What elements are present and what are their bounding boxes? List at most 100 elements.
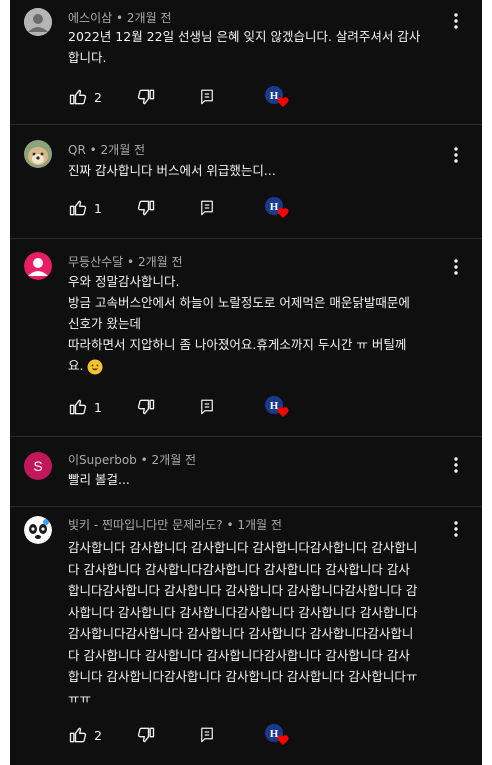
comment-line: 방금 고속버스안에서 하늘이 노랄정도로 어제먹은 매운닭발때문에 [68, 295, 410, 310]
comment-text: 우와 정말감사합니다. 방금 고속버스안에서 하늘이 노랄정도로 어제먹은 매운… [68, 271, 460, 376]
comment-actions: 1 H [68, 197, 289, 219]
dog-photo-avatar [24, 140, 52, 168]
comment-time[interactable]: 2개월 전 [101, 143, 146, 157]
creator-heart-badge: H [264, 396, 290, 418]
svg-text:H: H [270, 201, 279, 213]
comment-line: 합니다. [68, 50, 107, 65]
comment-header: 이Superbob • 2개월 전 [68, 451, 196, 468]
svg-text:H: H [270, 728, 279, 740]
creator-heart-icon: H [265, 724, 289, 745]
person-icon [24, 252, 52, 280]
grinning-emoji-icon [87, 359, 103, 374]
reply-button[interactable] [198, 197, 216, 219]
like-button[interactable]: 1 [68, 396, 102, 418]
comment-line: 다 감사합니다 감사합니다감사합니다 감사합니다 감사합니다 감사 [68, 561, 410, 577]
thumbs-down-icon [137, 399, 155, 415]
comment-text: 빨리 볼걸... [68, 469, 460, 490]
comment-line: 2022년 12월 22일 선생님 은혜 잊지 않겠습니다. 살려주셔서 감사 [68, 29, 421, 44]
reply-button[interactable] [198, 396, 216, 418]
dot-separator: • [89, 143, 101, 157]
comment-header: 에스이삼 • 2개월 전 [68, 9, 171, 26]
comment-text: 감사합니다 감사합니다 감사합니다 감사합니다감사합니다 감사합니 다 감사합니… [68, 537, 460, 709]
reply-icon [201, 727, 213, 743]
comment-line-last: 요. [68, 355, 460, 376]
creator-heart-badge: H [264, 724, 290, 746]
thumbs-down-icon [137, 89, 155, 105]
thumbs-up-icon [69, 727, 87, 743]
like-count: 2 [94, 89, 102, 105]
comment-line: 감사합니다 감사합니다 감사합니다 감사합니다감사합니다 감사합니 [68, 540, 418, 555]
author-name[interactable]: QR [68, 143, 86, 157]
dislike-button[interactable] [136, 396, 156, 418]
creator-heart-badge: H [264, 197, 290, 219]
comment-text: 2022년 12월 22일 선생님 은혜 잊지 않겠습니다. 살려주셔서 감사 … [68, 26, 460, 68]
reply-button[interactable] [198, 724, 216, 746]
comment-line: 감사합니다감사합니다 감사합니다 감사합니다 감사합니다감사합니 [68, 626, 414, 641]
creator-heart-icon: H [265, 396, 289, 417]
comment-line: 신호가 왔는데 [68, 316, 141, 331]
thumbs-down-icon [137, 200, 155, 216]
like-count: 2 [94, 727, 102, 743]
avatar[interactable] [24, 252, 52, 280]
comment-time[interactable]: 2개월 전 [152, 453, 197, 467]
author-name[interactable]: 에스이삼 [68, 11, 112, 25]
avatar[interactable] [24, 140, 52, 168]
dot-separator: • [116, 11, 127, 25]
divider [10, 506, 482, 507]
like-button[interactable]: 2 [68, 86, 102, 108]
reply-icon [201, 89, 213, 105]
comment-line: 합니다감사합니다 감사합니다 감사합니다 감사합니다감사합니다 감 [68, 583, 418, 598]
divider [10, 124, 482, 125]
avatar[interactable] [24, 8, 52, 36]
comment-line: 합니다 감사합니다감사합니다 감사합니다 감사합니다 감사합니다ㅠ [68, 669, 418, 684]
dislike-button[interactable] [136, 724, 156, 746]
reply-icon [201, 399, 213, 415]
avatar[interactable] [24, 516, 52, 544]
svg-text:H: H [270, 90, 279, 102]
comment-time[interactable]: 1개월 전 [237, 518, 282, 532]
reply-button[interactable] [198, 86, 216, 108]
divider [10, 436, 482, 437]
comment-line: 따라하면서 지압하니 좀 나아졌어요.휴게소까지 두시간 ㅠ 버틸께 [68, 337, 407, 352]
thumbs-up-icon [69, 89, 87, 105]
author-name[interactable]: 빛키 - 찐따입니다만 문제라도? [68, 518, 223, 532]
comment-line: 우와 정말감사합니다. [68, 274, 180, 289]
like-button[interactable]: 2 [68, 724, 102, 746]
avatar-letter: S [33, 458, 43, 474]
person-icon [24, 8, 52, 36]
comments-panel: 에스이삼 • 2개월 전 2022년 12월 22일 선생님 은혜 잊지 않겠습… [10, 0, 482, 765]
creator-heart-badge: H [264, 86, 290, 108]
like-count: 1 [94, 200, 102, 216]
comment-line: 진짜 감사합니다 버스에서 위급했는디... [68, 163, 276, 178]
svg-text:H: H [270, 400, 279, 412]
comment-time[interactable]: 2개월 전 [138, 255, 183, 269]
comment-line: ㅠㅠ [68, 690, 92, 706]
comment-actions: 2 H [68, 724, 289, 746]
comment-header: 무등산수달 • 2개월 전 [68, 253, 183, 270]
avatar[interactable]: S [24, 452, 52, 480]
dislike-button[interactable] [136, 197, 156, 219]
comment-line: 요. [68, 358, 84, 373]
comment-time[interactable]: 2개월 전 [127, 11, 172, 25]
like-count: 1 [94, 399, 102, 415]
reply-icon [201, 200, 213, 216]
comment-header: QR • 2개월 전 [68, 141, 145, 158]
creator-heart-icon: H [265, 86, 289, 107]
panda-face-avatar [24, 516, 52, 544]
comment-line: 빨리 볼걸... [68, 472, 130, 487]
divider [10, 238, 482, 239]
thumbs-up-icon [69, 399, 87, 415]
author-name[interactable]: 무등산수달 [68, 255, 123, 269]
comment-line: 사합니다 감사합니다 감사합니다감사합니다 감사합니다 감사합니다 [68, 604, 418, 620]
comment-actions: 2 H [68, 86, 289, 108]
comment-actions: 1 H [68, 396, 289, 418]
comment-line: 다 감사합니다 감사합니다 감사합니다감사합니다 감사합니다 감사 [68, 647, 410, 663]
dislike-button[interactable] [136, 86, 156, 108]
author-name[interactable]: 이Superbob [68, 453, 137, 467]
thumbs-down-icon [137, 727, 155, 743]
dot-separator: • [127, 255, 138, 269]
comment-text: 진짜 감사합니다 버스에서 위급했는디... [68, 160, 460, 181]
comment-header: 빛키 - 찐따입니다만 문제라도? • 1개월 전 [68, 516, 282, 533]
thumbs-up-icon [69, 200, 87, 216]
like-button[interactable]: 1 [68, 197, 102, 219]
